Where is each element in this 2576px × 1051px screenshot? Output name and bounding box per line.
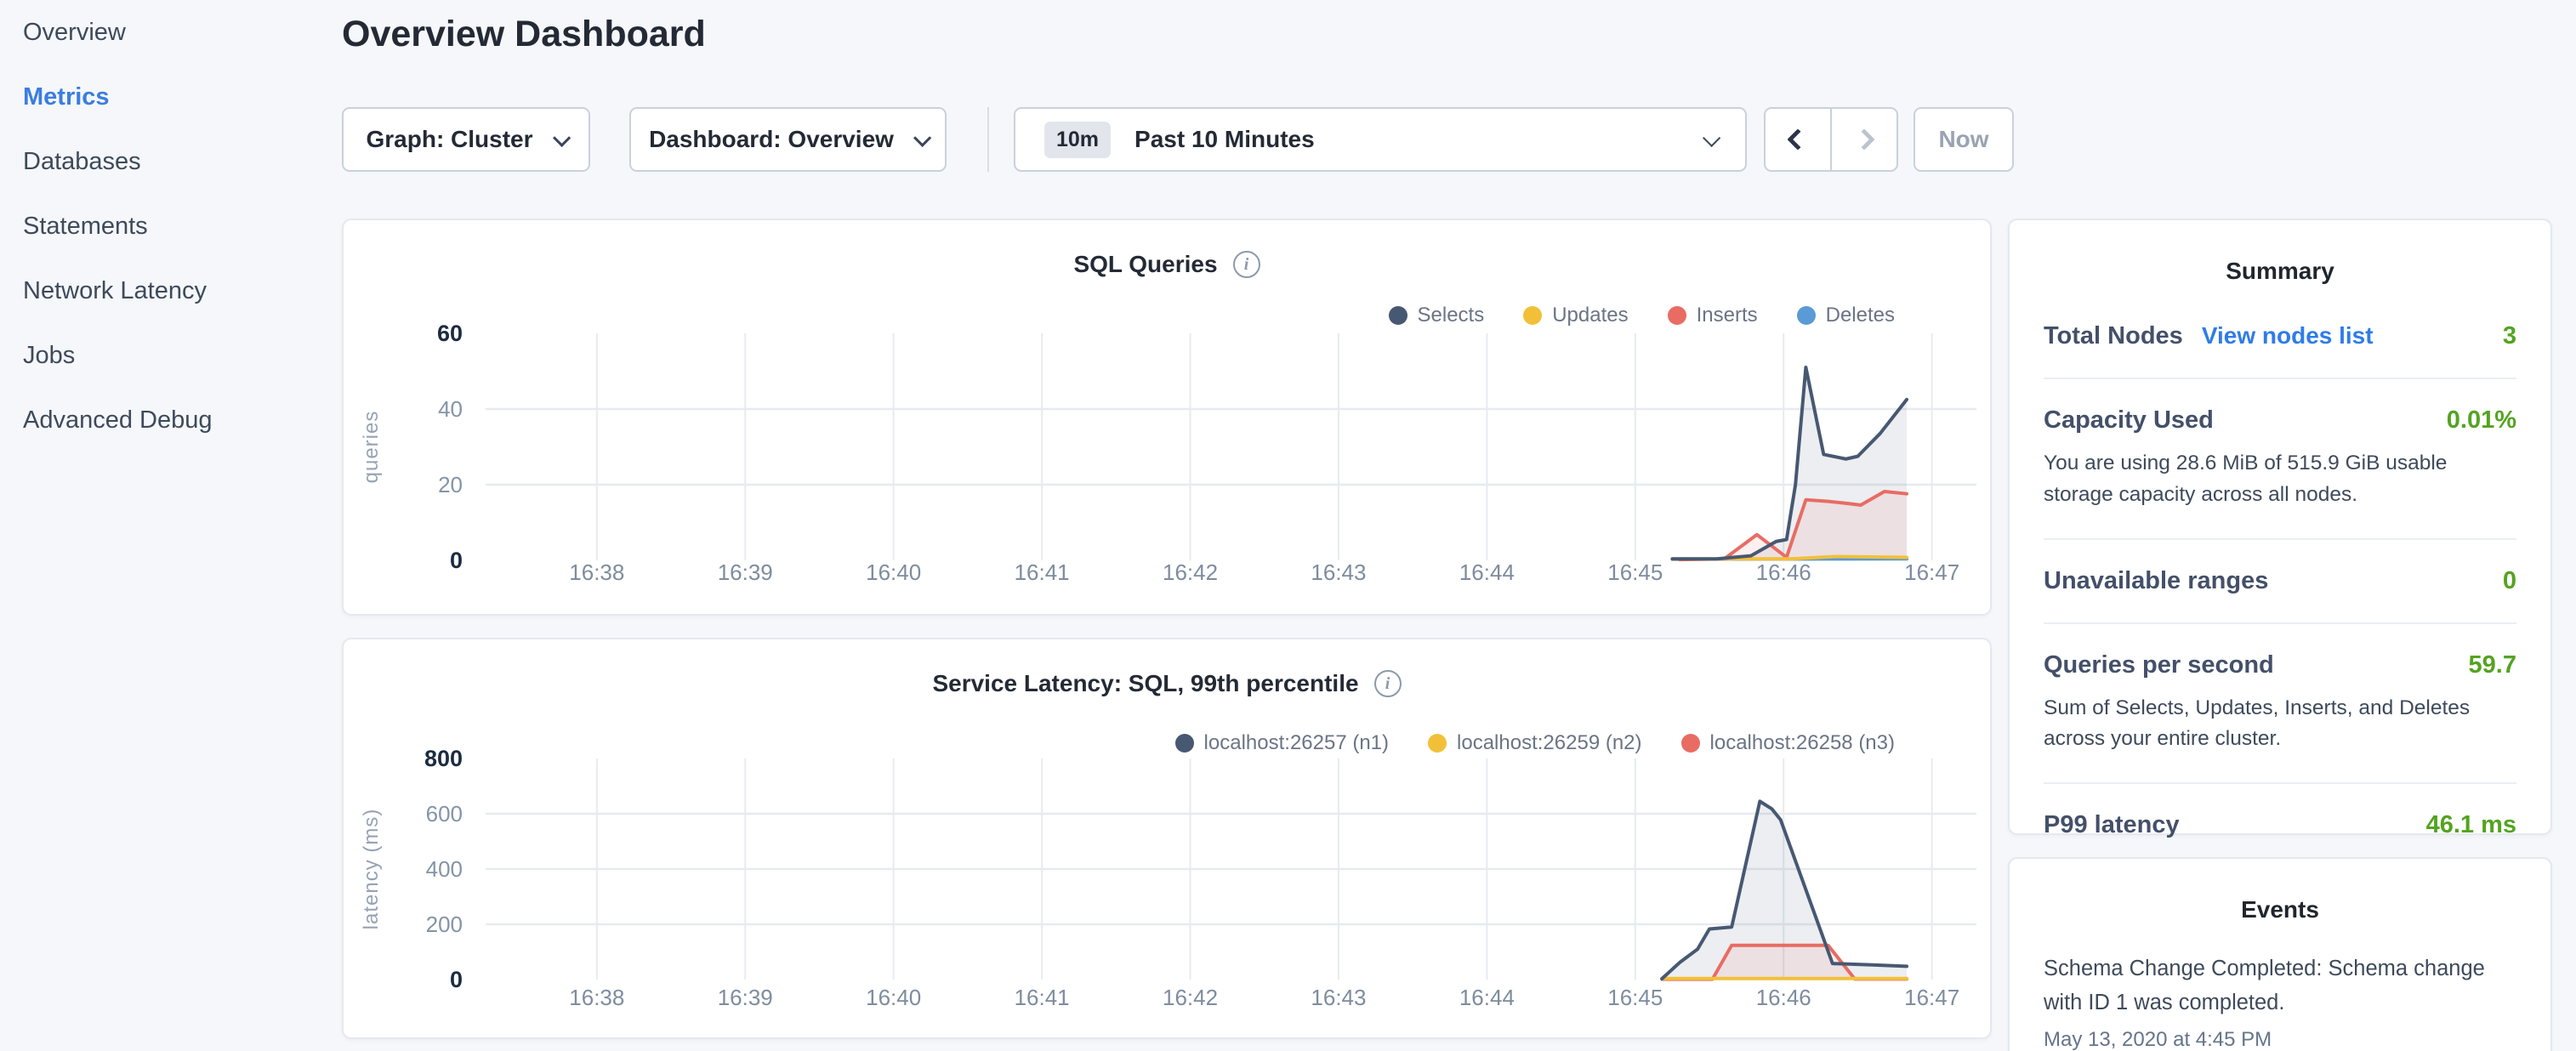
- sidebar-item-statements[interactable]: Statements: [0, 194, 342, 258]
- summary-rows: Total Nodes View nodes list 3 Capacity Used…: [2044, 314, 2516, 848]
- sidebar-item-jobs[interactable]: Jobs: [0, 323, 342, 388]
- svg-text:16:47: 16:47: [1904, 985, 1959, 1010]
- events-title: Events: [2044, 896, 2516, 923]
- svg-text:16:45: 16:45: [1607, 985, 1663, 1010]
- summary-row-value: 0: [2503, 567, 2516, 595]
- svg-text:16:39: 16:39: [718, 560, 773, 585]
- graph-dropdown[interactable]: Graph: Cluster: [342, 107, 590, 172]
- svg-text:40: 40: [438, 396, 463, 422]
- svg-text:0: 0: [450, 967, 463, 992]
- chevron-down-icon: [1703, 128, 1720, 146]
- dashboard-dropdown-label: Dashboard: Overview: [649, 126, 894, 153]
- summary-row-value: 46.1 ms: [2426, 811, 2516, 839]
- sql-queries-chart-card: SQL Queries i SelectsUpdatesInsertsDelet…: [342, 219, 1992, 616]
- svg-text:400: 400: [426, 856, 463, 882]
- dashboard-dropdown[interactable]: Dashboard: Overview: [629, 107, 947, 172]
- svg-text:16:43: 16:43: [1311, 985, 1366, 1010]
- view-nodes-list-link[interactable]: View nodes list: [2202, 322, 2374, 349]
- svg-text:600: 600: [426, 801, 463, 827]
- event-message: Schema Change Completed: Schema change w…: [2044, 952, 2516, 1020]
- summary-divider: [2044, 378, 2516, 379]
- chevron-down-icon: [913, 128, 931, 146]
- svg-text:16:43: 16:43: [1311, 560, 1366, 585]
- summary-row-description: You are using 28.6 MiB of 515.9 GiB usab…: [2044, 448, 2516, 511]
- svg-text:20: 20: [438, 472, 463, 497]
- svg-text:latency (ms): latency (ms): [360, 809, 383, 930]
- svg-text:16:41: 16:41: [1015, 560, 1070, 585]
- service-latency-plot[interactable]: 0 200 400 600 800 16:38 16:39 16:40 16:41 16:42 16…: [344, 750, 1993, 1041]
- sidebar-item-advanced-debug[interactable]: Advanced Debug: [0, 388, 342, 452]
- summary-row-label: Queries per second: [2044, 651, 2274, 679]
- events-list: Schema Change Completed: Schema change w…: [2044, 952, 2516, 1051]
- sidebar-item-databases[interactable]: Databases: [0, 129, 342, 194]
- summary-divider: [2044, 538, 2516, 540]
- summary-row: P99 latency 46.1 ms: [2044, 803, 2516, 848]
- summary-divider: [2044, 782, 2516, 784]
- sidebar: OverviewMetricsDatabasesStatementsNetwor…: [0, 0, 342, 1051]
- main-content: Overview Dashboard Graph: Cluster Dashbo…: [342, 0, 2576, 1051]
- svg-text:16:46: 16:46: [1756, 560, 1811, 585]
- page-title: Overview Dashboard: [342, 14, 706, 55]
- svg-text:16:42: 16:42: [1163, 985, 1218, 1010]
- sidebar-item-metrics[interactable]: Metrics: [0, 65, 342, 129]
- chart-title: Service Latency: SQL, 99th percentile: [932, 670, 1358, 697]
- info-icon[interactable]: i: [1374, 670, 1402, 697]
- summary-row-value: 0.01%: [2447, 406, 2516, 435]
- sidebar-item-network-latency[interactable]: Network Latency: [0, 258, 342, 323]
- svg-text:200: 200: [426, 912, 463, 937]
- summary-row-label: Total Nodes: [2044, 322, 2183, 350]
- summary-divider: [2044, 622, 2516, 624]
- controls-divider: [987, 107, 989, 172]
- summary-row-label: Capacity Used: [2044, 406, 2214, 435]
- service-latency-chart-card: Service Latency: SQL, 99th percentile i …: [342, 638, 1992, 1039]
- summary-row-description: Sum of Selects, Updates, Inserts, and De…: [2044, 693, 2516, 756]
- summary-row: Total Nodes View nodes list 3: [2044, 314, 2516, 359]
- summary-panel: Summary Total Nodes View nodes list 3 Capac…: [2008, 219, 2552, 835]
- svg-text:16:40: 16:40: [866, 985, 921, 1010]
- svg-text:16:41: 16:41: [1015, 985, 1070, 1010]
- summary-row: Capacity Used 0.01% You are using 28.6 MiB…: [2044, 398, 2516, 520]
- chevron-right-icon: [1853, 128, 1874, 150]
- svg-text:16:46: 16:46: [1756, 985, 1811, 1010]
- time-range-badge: 10m: [1044, 122, 1111, 158]
- chevron-left-icon: [1787, 128, 1808, 150]
- time-step-buttons: [1764, 107, 1898, 172]
- sidebar-item-overview[interactable]: Overview: [0, 0, 342, 65]
- summary-row-value: 59.7: [2469, 651, 2516, 679]
- events-panel: Events Schema Change Completed: Schema c…: [2008, 857, 2552, 1051]
- svg-text:16:42: 16:42: [1163, 560, 1218, 585]
- svg-text:16:40: 16:40: [866, 560, 921, 585]
- info-icon[interactable]: i: [1233, 251, 1260, 278]
- summary-row-label: P99 latency: [2044, 811, 2180, 839]
- svg-text:16:45: 16:45: [1607, 560, 1663, 585]
- summary-row: Unavailable ranges 0: [2044, 559, 2516, 604]
- svg-text:16:38: 16:38: [569, 985, 624, 1010]
- time-range-label: Past 10 Minutes: [1134, 126, 1703, 153]
- svg-text:16:44: 16:44: [1459, 985, 1515, 1010]
- svg-text:16:47: 16:47: [1904, 560, 1959, 585]
- summary-row-label: Unavailable ranges: [2044, 567, 2268, 595]
- svg-text:60: 60: [437, 322, 463, 346]
- svg-text:16:38: 16:38: [569, 560, 624, 585]
- svg-text:queries: queries: [360, 411, 383, 484]
- summary-title: Summary: [2044, 258, 2516, 285]
- summary-row: Queries per second 59.7 Sum of Selects, Up…: [2044, 643, 2516, 764]
- graph-dropdown-label: Graph: Cluster: [366, 126, 532, 153]
- now-button[interactable]: Now: [1914, 107, 2014, 172]
- svg-text:0: 0: [450, 548, 463, 573]
- chevron-down-icon: [553, 128, 571, 146]
- event-item: Schema Change Completed: Schema change w…: [2044, 952, 2516, 1051]
- summary-row-value: 3: [2503, 322, 2516, 350]
- event-timestamp: May 13, 2020 at 4:45 PM: [2044, 1028, 2516, 1051]
- sql-queries-plot[interactable]: 0 20 40 60 16:38 16:39 16:40 16:41 16:42 16:43 16:…: [344, 322, 1993, 617]
- time-step-back-button[interactable]: [1766, 109, 1830, 170]
- svg-text:800: 800: [424, 750, 463, 771]
- svg-text:16:44: 16:44: [1459, 560, 1515, 585]
- svg-text:16:39: 16:39: [718, 985, 773, 1010]
- chart-title: SQL Queries: [1073, 251, 1217, 278]
- time-step-forward-button[interactable]: [1830, 109, 1896, 170]
- time-range-selector[interactable]: 10m Past 10 Minutes: [1014, 107, 1747, 172]
